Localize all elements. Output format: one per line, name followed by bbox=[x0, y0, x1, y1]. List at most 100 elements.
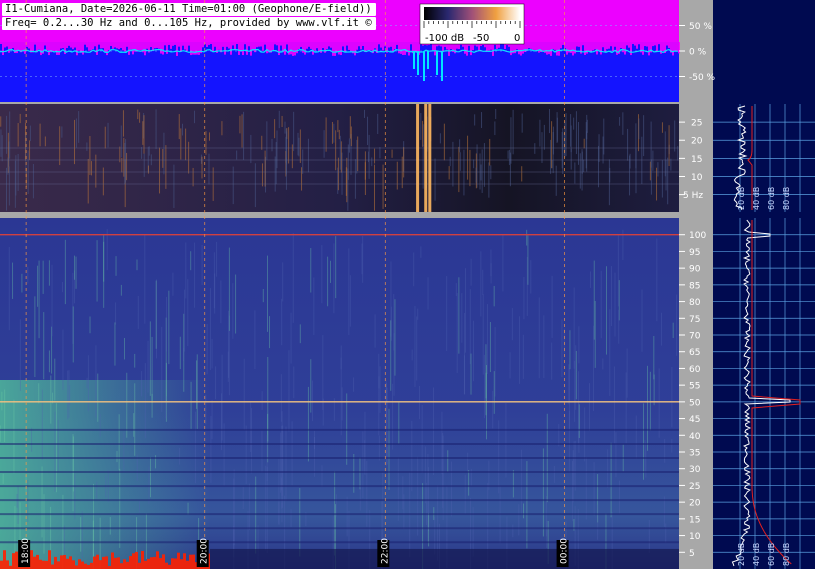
waveform-fill-sample bbox=[408, 42, 410, 56]
high-spectrogram-hot-floor bbox=[84, 563, 87, 569]
low-spectrogram-panel bbox=[0, 104, 679, 212]
waveform-fill-sample bbox=[658, 42, 660, 45]
waveform-fill-sample bbox=[24, 42, 26, 54]
waveform-fill-sample bbox=[392, 42, 394, 52]
waveform-fill-sample bbox=[118, 42, 120, 50]
spectrum-db-tick-label: 80 dB bbox=[782, 543, 791, 566]
waveform-fill-sample bbox=[82, 42, 84, 55]
panel-separator-2 bbox=[0, 212, 713, 218]
high-spectrogram-hot-floor bbox=[114, 557, 117, 569]
waveform-fill-sample bbox=[370, 42, 372, 51]
high-spectrogram-hot-floor bbox=[153, 556, 156, 569]
waveform-fill-sample bbox=[178, 42, 180, 47]
waveform-fill-sample bbox=[554, 42, 556, 50]
spectrum-db-tick: 60 dB bbox=[767, 543, 776, 566]
waveform-fill-sample bbox=[104, 42, 106, 52]
waveform-fill-sample bbox=[60, 42, 62, 49]
waveform-fill-sample bbox=[290, 42, 292, 55]
waveform-fill-sample bbox=[62, 42, 64, 49]
waveform-fill-sample bbox=[600, 42, 602, 55]
waveform-fill-sample bbox=[292, 42, 294, 56]
waveform-fill-sample bbox=[286, 42, 288, 45]
high-axis-tick-label: 55 bbox=[689, 382, 700, 392]
colorbar-label-min: -100 dB bbox=[425, 33, 464, 44]
waveform-fill-sample bbox=[630, 42, 632, 56]
waveform-fill-sample bbox=[380, 42, 382, 48]
waveform-fill-sample bbox=[360, 42, 362, 50]
high-spectrogram-hot-floor bbox=[111, 552, 114, 569]
waveform-fill-sample bbox=[164, 42, 166, 46]
waveform-fill-sample bbox=[278, 42, 280, 56]
waveform-fill-sample bbox=[186, 42, 188, 52]
waveform-fill-sample bbox=[264, 42, 266, 45]
waveform-fill-sample bbox=[284, 42, 286, 55]
waveform-fill-sample bbox=[374, 42, 376, 49]
waveform-fill-sample bbox=[230, 42, 232, 55]
waveform-fill-sample bbox=[642, 42, 644, 55]
waveform-fill-sample bbox=[366, 42, 368, 51]
waveform-fill-sample bbox=[274, 42, 276, 45]
waveform-fill-sample bbox=[338, 42, 340, 55]
waveform-fill-sample bbox=[84, 42, 86, 45]
waveform-fill-sample bbox=[382, 42, 384, 51]
high-spectrogram-hot-floor bbox=[6, 560, 9, 569]
waveform-fill-sample bbox=[218, 42, 220, 50]
waveform-fill-sample bbox=[342, 42, 344, 47]
waveform-fill-sample bbox=[98, 42, 100, 45]
high-spectrogram-hot-floor bbox=[36, 554, 39, 569]
waveform-fill-sample bbox=[304, 42, 306, 55]
waveform-fill-sample bbox=[198, 42, 200, 55]
waveform-fill-sample bbox=[390, 42, 392, 47]
spectrum-db-tick-label: 60 dB bbox=[767, 187, 776, 210]
waveform-fill-sample bbox=[546, 42, 548, 55]
spectrum-db-tick: 40 dB bbox=[752, 187, 761, 210]
high-spectrogram-hot-floor bbox=[192, 554, 195, 569]
waveform-fill-sample bbox=[378, 42, 380, 45]
waveform-fill-sample bbox=[2, 42, 4, 56]
high-spectrogram-hot-floor bbox=[69, 556, 72, 569]
waveform-fill-sample bbox=[90, 42, 92, 51]
waveform-fill-sample bbox=[672, 42, 674, 56]
waveform-fill-sample bbox=[166, 42, 168, 54]
waveform-fill-sample bbox=[208, 42, 210, 45]
high-spectrogram-hot-floor bbox=[39, 559, 42, 569]
high-spectrogram-hot-floor bbox=[180, 559, 183, 569]
high-spectrogram-hot-floor bbox=[48, 550, 51, 569]
waveform-fill-sample bbox=[28, 42, 30, 49]
waveform-fill-sample bbox=[242, 42, 244, 56]
high-spectrogram-hot-floor bbox=[165, 562, 168, 569]
low-spectrogram-event bbox=[424, 104, 428, 212]
colorbar-label-max: 0 bbox=[514, 33, 520, 44]
time-label: 18:00 bbox=[18, 538, 31, 567]
high-axis-tick-label: 50 bbox=[689, 398, 701, 408]
waveform-fill-sample bbox=[110, 42, 112, 46]
low-axis-tick-label: 5 Hz bbox=[683, 191, 703, 201]
low-axis-tick-label: 15 bbox=[691, 155, 702, 165]
waveform-fill-sample bbox=[394, 42, 396, 50]
waveform-fill-sample bbox=[350, 42, 352, 51]
waveform-fill-sample bbox=[234, 42, 236, 50]
high-spectrogram-hot-floor bbox=[51, 564, 54, 569]
waveform-fill-sample bbox=[562, 42, 564, 45]
waveform-fill-sample bbox=[190, 42, 192, 56]
high-axis-tick-label: 40 bbox=[689, 432, 701, 442]
colorbar: -100 dB -50 0 bbox=[419, 3, 525, 45]
waveform-fill-sample bbox=[122, 42, 124, 51]
waveform-fill-sample bbox=[202, 42, 204, 48]
waveform-fill-sample bbox=[548, 42, 550, 55]
waveform-fill-sample bbox=[608, 42, 610, 49]
waveform-fill-sample bbox=[156, 42, 158, 48]
waveform-fill-sample bbox=[674, 42, 676, 51]
waveform-fill-sample bbox=[604, 42, 606, 53]
high-spectrogram-hot-floor bbox=[96, 554, 99, 569]
high-spectrogram-hot-floor bbox=[174, 558, 177, 569]
waveform-fill-sample bbox=[108, 42, 110, 51]
waveform-fill-sample bbox=[410, 42, 412, 45]
spectrogram-figure: 50 %0 %-50 %252015105 Hz1009590858075706… bbox=[0, 0, 815, 569]
waveform-fill-sample bbox=[150, 42, 152, 48]
low-axis-tick-label: 20 bbox=[691, 137, 703, 147]
high-axis-tick-label: 95 bbox=[689, 248, 700, 258]
waveform-fill-sample bbox=[214, 42, 216, 47]
waveform-fill-sample bbox=[622, 42, 624, 53]
high-spectrogram-green-haze bbox=[0, 380, 210, 569]
